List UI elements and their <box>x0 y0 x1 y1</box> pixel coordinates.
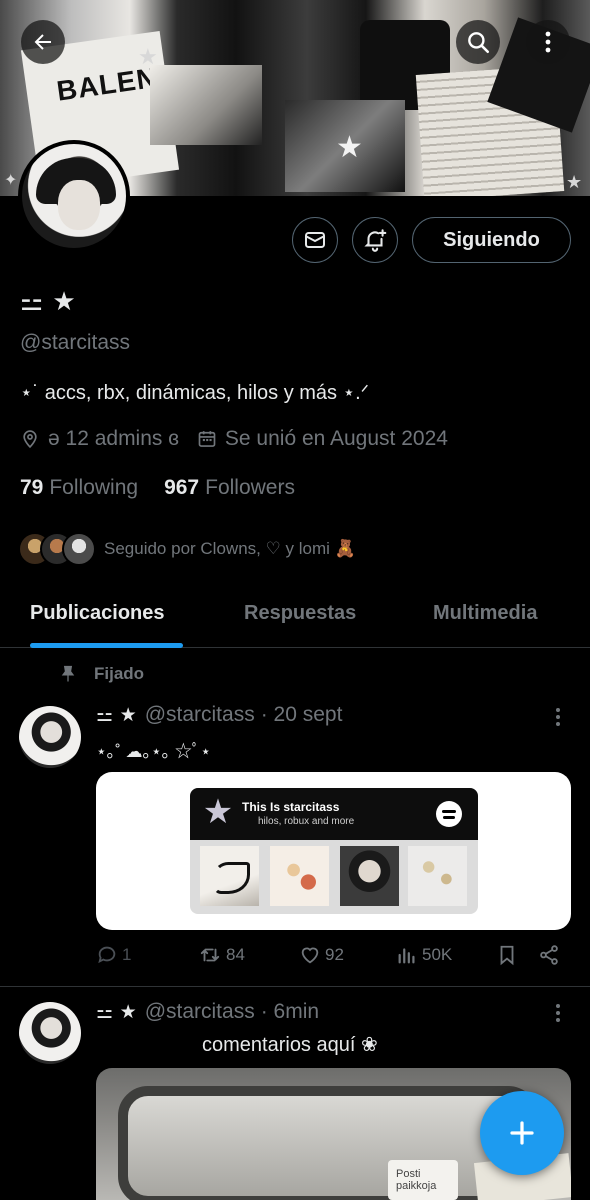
post-media-card[interactable]: ★ This Is starcitass hilos, robux and mo… <box>96 772 571 930</box>
banner-sparkle-icon: ★ <box>566 172 583 192</box>
profile-handle: @starcitass <box>20 331 131 354</box>
message-button[interactable] <box>292 217 338 263</box>
bell-plus-icon <box>364 229 387 252</box>
profile-location: ə 12 admins ɞ <box>20 427 179 451</box>
following-count-link[interactable]: 79 Following <box>20 476 138 500</box>
pinned-indicator: Fijado <box>58 664 144 684</box>
post-text: comentarios aquí ❀ <box>202 1034 378 1056</box>
post-more-button[interactable] <box>556 1004 560 1022</box>
plus-icon <box>510 1121 534 1145</box>
profile-stats: 79 Following 967 Followers <box>20 476 295 500</box>
back-button[interactable] <box>21 20 65 64</box>
post-header: ⚍ ★ @starcitass · 20 sept <box>96 703 342 727</box>
share-icon <box>540 945 558 965</box>
active-tab-indicator <box>30 643 183 648</box>
playlist-title: This Is starcitass <box>242 800 340 814</box>
bookmark-icon <box>500 945 514 966</box>
playlist-thumbnail <box>340 846 399 906</box>
reply-button[interactable]: 1 <box>96 944 131 966</box>
playlist-subtitle: hilos, robux and more <box>258 816 355 827</box>
profile-bio: ⋆˙ accs, rbx, dinámicas, hilos y más ⋆.ᐟ <box>20 382 370 404</box>
playlist-thumbnail <box>270 846 329 906</box>
like-button[interactable]: 92 <box>299 944 344 966</box>
notifications-button[interactable] <box>352 217 398 263</box>
heart-icon <box>301 947 319 964</box>
train-window-image <box>118 1086 538 1200</box>
tab-multimedia[interactable]: Multimedia <box>433 602 537 625</box>
location-pin-icon <box>23 430 37 449</box>
profile-avatar[interactable] <box>18 140 130 252</box>
post-text: ⋆｡˚ ☁︎｡⋆｡ ☆ﾟ⋆ <box>96 742 212 761</box>
profile-joined-date: Se unió en August 2024 <box>197 427 448 451</box>
views-button[interactable]: 50K <box>396 944 452 966</box>
views-chart-icon <box>398 948 415 964</box>
search-button[interactable] <box>456 20 500 64</box>
star-icon: ★ <box>202 793 234 831</box>
tab-respuestas[interactable]: Respuestas <box>244 602 356 625</box>
post-timestamp[interactable]: · 20 sept <box>261 703 343 727</box>
mail-icon <box>305 232 325 248</box>
followers-count-link[interactable]: 967 Followers <box>164 476 295 500</box>
profile-name: ⚍ ★ <box>20 287 76 317</box>
post-author-handle[interactable]: @starcitass <box>145 1000 255 1024</box>
compose-post-button[interactable] <box>480 1091 564 1175</box>
more-vertical-icon <box>545 31 551 53</box>
post-timestamp[interactable]: · 6min <box>261 1000 319 1024</box>
pin-icon <box>61 665 75 682</box>
share-button[interactable] <box>538 944 560 966</box>
reply-icon <box>98 946 116 964</box>
profile-meta: ə 12 admins ɞ Se unió en August 2024 <box>20 427 466 451</box>
banner-star-icon: ★ <box>138 44 158 69</box>
playlist-thumbnail <box>408 846 467 906</box>
calendar-icon <box>198 431 216 447</box>
seat-sign: Posti paikkoja <box>388 1160 458 1200</box>
arrow-left-icon <box>34 34 51 50</box>
banner-sparkle-icon: ✦ <box>4 172 18 189</box>
tab-publicaciones[interactable]: Publicaciones <box>30 602 165 625</box>
followed-by-row[interactable]: Seguido por Clowns, ♡ y lomi 🧸 <box>18 532 356 566</box>
profile-tabs: Publicaciones Respuestas Multimedia <box>0 590 590 648</box>
follower-avatar <box>62 532 96 566</box>
post-author-name[interactable]: ⚍ ★ <box>96 1001 137 1023</box>
post-divider <box>0 986 590 987</box>
following-button[interactable]: Siguiendo <box>412 217 571 263</box>
search-icon <box>468 32 490 54</box>
repost-button[interactable]: 84 <box>198 944 245 966</box>
more-options-button[interactable] <box>526 20 570 64</box>
post-author-avatar[interactable] <box>19 706 81 768</box>
bookmark-button[interactable] <box>496 944 518 966</box>
banner-star-icon: ★ <box>336 131 363 164</box>
repost-icon <box>200 948 220 962</box>
post-author-avatar[interactable] <box>19 1002 81 1064</box>
spotify-logo-icon <box>436 801 462 827</box>
banner-collage-photo <box>150 65 262 145</box>
post-actions: 1 84 92 50K <box>96 944 566 972</box>
post-header: ⚍ ★ @starcitass · 6min <box>96 1000 319 1024</box>
post-author-handle[interactable]: @starcitass <box>145 703 255 727</box>
post-author-name[interactable]: ⚍ ★ <box>96 704 137 726</box>
post-more-button[interactable] <box>556 708 560 726</box>
spotify-playlist-image: ★ This Is starcitass hilos, robux and mo… <box>190 788 478 914</box>
playlist-thumbnail <box>200 846 259 906</box>
